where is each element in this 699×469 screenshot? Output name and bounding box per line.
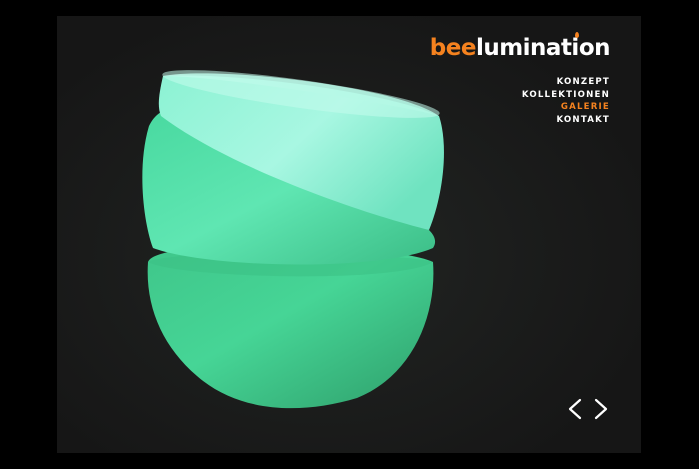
brand-logo-suffix: lumination: [475, 35, 611, 61]
nav-item-galerie[interactable]: GALERIE: [522, 101, 610, 114]
main-navigation: KONZEPT KOLLEKTIONEN GALERIE KONTAKT: [522, 76, 610, 126]
nav-item-kollektionen[interactable]: KOLLEKTIONEN: [522, 89, 610, 102]
chevron-left-icon[interactable]: [565, 397, 585, 421]
gallery-navigation: [565, 397, 611, 421]
gallery-stage: beelumination KONZEPT KOLLEKTIONEN GALER…: [57, 16, 641, 453]
nav-item-konzept[interactable]: KONZEPT: [522, 76, 610, 89]
brand-logo[interactable]: beelumination: [429, 34, 611, 62]
nav-item-kontakt[interactable]: KONTAKT: [522, 114, 610, 127]
logo-flame-icon: [575, 32, 579, 38]
chevron-right-icon[interactable]: [591, 397, 611, 421]
brand-logo-prefix: bee: [429, 35, 477, 61]
